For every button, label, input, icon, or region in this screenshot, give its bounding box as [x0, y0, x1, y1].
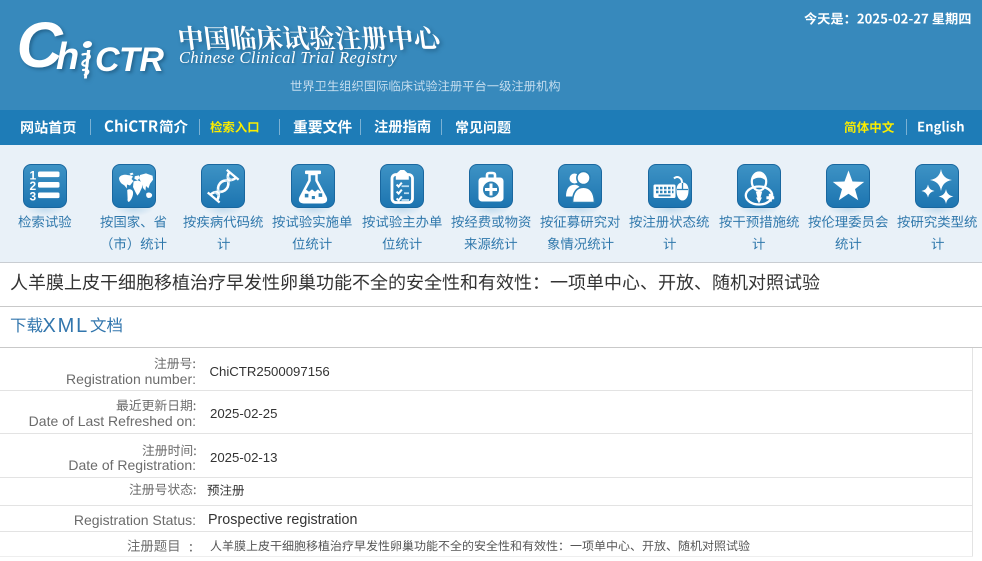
svg-text:3: 3 — [29, 190, 36, 204]
